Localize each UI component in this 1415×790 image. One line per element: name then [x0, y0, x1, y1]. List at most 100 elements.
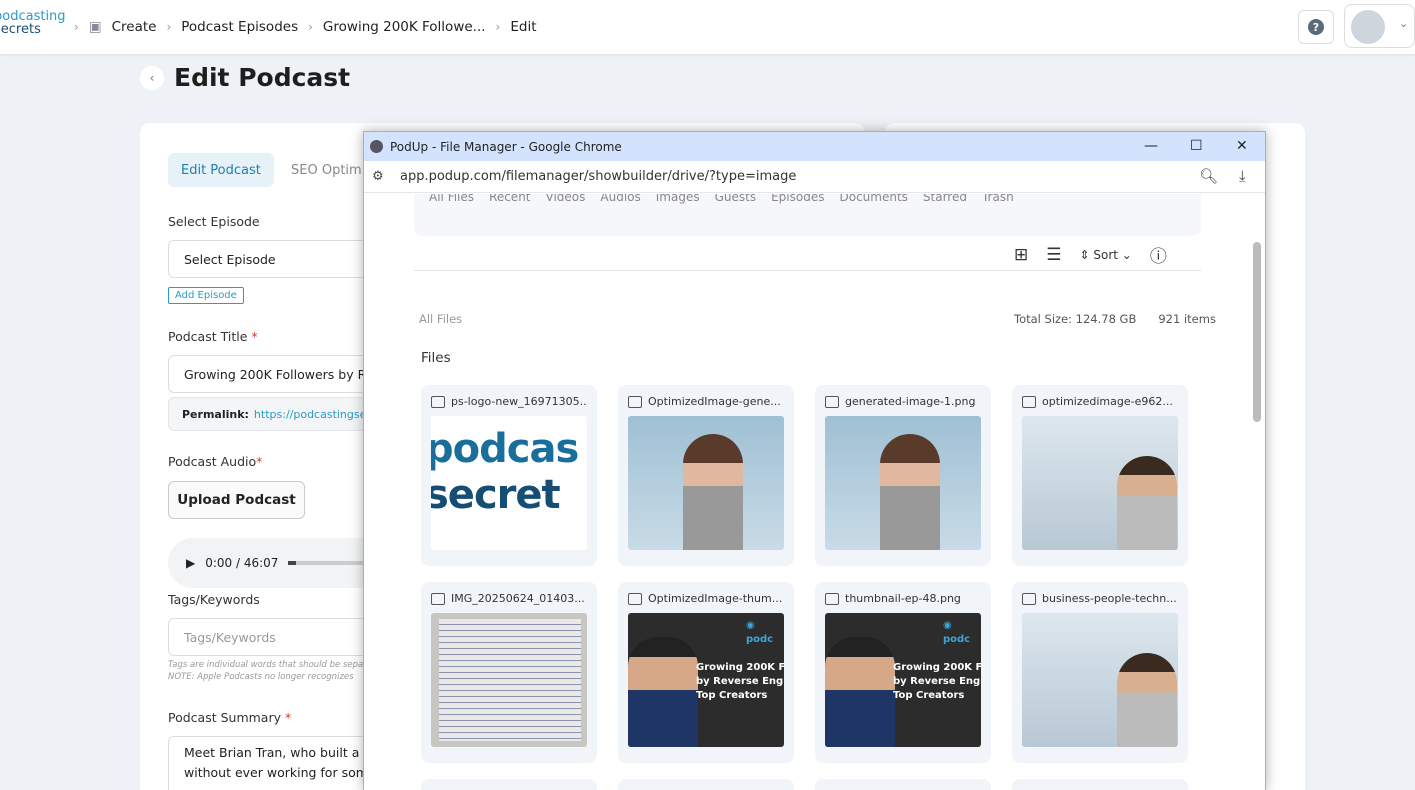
breadcrumb: › ▣ Create › Podcast Episodes › Growing …	[74, 19, 537, 35]
info-icon[interactable]: ⓘ	[1150, 242, 1167, 267]
file-card[interactable]	[618, 779, 794, 790]
storage-info: Total Size: 124.78 GB 921 items	[1014, 312, 1216, 326]
add-episode-button[interactable]: Add Episode	[168, 287, 244, 304]
select-episode-label: Select Episode	[168, 214, 260, 229]
image-icon	[431, 592, 445, 605]
window-titlebar: PodUp - File Manager - Google Chrome — ☐…	[364, 132, 1265, 161]
section-title: Files	[421, 350, 451, 366]
image-icon	[1022, 395, 1036, 408]
file-thumbnail[interactable]: ◉ podcGrowing 200K Follby Reverse Engine…	[628, 613, 784, 747]
sort-button[interactable]: ⇕ Sort ⌄	[1080, 248, 1132, 262]
file-card[interactable]: OptimizedImage-thum... ◉ podc Growing 200K…	[618, 582, 794, 763]
file-name: OptimizedImage-thum...	[628, 592, 784, 605]
nav-recent[interactable]: Recent	[489, 194, 530, 204]
file-thumbnail[interactable]	[825, 416, 981, 550]
file-name: business-people-techn...	[1022, 592, 1178, 605]
breadcrumb-create[interactable]: Create	[112, 19, 157, 35]
file-manager-content: All Files Recent Videos Audios Images Gu…	[364, 194, 1249, 790]
view-tools: ⊞ ☰ ⇕ Sort ⌄ ⓘ	[1014, 242, 1167, 268]
nav-audios[interactable]: Audios	[600, 194, 640, 204]
file-name: ps-logo-new_16971305...	[431, 395, 587, 408]
site-settings-icon[interactable]: ⚙	[372, 169, 384, 184]
nav-documents[interactable]: Documents	[839, 194, 907, 204]
summary-label: Podcast Summary *	[168, 710, 292, 725]
address-bar[interactable]: ⚙ app.podup.com/filemanager/showbuilder/…	[364, 161, 1265, 193]
upload-podcast-button[interactable]: Upload Podcast	[168, 481, 305, 519]
file-name: generated-image-1.png	[825, 395, 981, 408]
image-icon	[825, 395, 839, 408]
podcast-audio-label: Podcast Audio*	[168, 454, 263, 469]
nav-images[interactable]: Images	[656, 194, 700, 204]
nav-guests[interactable]: Guests	[715, 194, 757, 204]
scrollbar-thumb[interactable]	[1253, 242, 1261, 422]
nav-starred[interactable]: Starred	[923, 194, 967, 204]
top-header: podcastingsecrets › ▣ Create › Podcast E…	[0, 0, 1415, 54]
maximize-icon[interactable]: ☐	[1190, 138, 1203, 154]
file-card[interactable]: business-people-techn...	[1012, 582, 1188, 763]
image-icon	[1022, 592, 1036, 605]
breadcrumb-edit: Edit	[510, 19, 537, 35]
back-button[interactable]: ‹	[140, 66, 164, 90]
file-card[interactable]: optimizedimage-e962...	[1012, 385, 1188, 566]
chevron-right-icon: ›	[495, 20, 501, 34]
logo-icon: ◉ podc	[746, 620, 774, 645]
chevron-down-icon: ⌄	[1399, 17, 1409, 30]
file-card[interactable]	[815, 779, 991, 790]
nav-trash[interactable]: Trash	[982, 194, 1014, 204]
file-card[interactable]: IMG_20250624_01403...	[421, 582, 597, 763]
file-grid: ps-logo-new_16971305... podcas secret Optim…	[421, 385, 1188, 790]
breadcrumb-episodes[interactable]: Podcast Episodes	[181, 19, 298, 35]
page-title: Edit Podcast	[174, 63, 351, 92]
file-card[interactable]: OptimizedImage-gene...	[618, 385, 794, 566]
grid-view-icon[interactable]: ⊞	[1014, 245, 1028, 265]
help-button[interactable]: ?	[1298, 10, 1334, 44]
file-manager-window: PodUp - File Manager - Google Chrome — ☐…	[363, 131, 1266, 790]
logo[interactable]: podcastingsecrets	[0, 10, 66, 36]
person-photo	[628, 637, 698, 747]
file-card[interactable]: ps-logo-new_16971305... podcas secret	[421, 385, 597, 566]
play-icon[interactable]: ▶	[186, 556, 195, 570]
url[interactable]: app.podup.com/filemanager/showbuilder/dr…	[400, 169, 796, 184]
file-thumbnail[interactable]: ◉ podcGrowing 200K Follby Reverse Engine…	[825, 613, 981, 747]
file-thumbnail[interactable]	[431, 613, 587, 747]
file-name: thumbnail-ep-48.png	[825, 592, 981, 605]
current-folder: All Files	[419, 312, 463, 326]
breadcrumb-episode[interactable]: Growing 200K Followe...	[323, 19, 486, 35]
file-nav: All Files Recent Videos Audios Images Gu…	[414, 194, 1201, 236]
chevron-right-icon: ›	[74, 20, 79, 34]
file-card[interactable]: thumbnail-ep-48.png ◉ podcGrowing 200K Fo…	[815, 582, 991, 763]
file-name: IMG_20250624_01403...	[431, 592, 587, 605]
globe-icon	[370, 140, 383, 153]
file-name: OptimizedImage-gene...	[628, 395, 784, 408]
logo-icon: ◉ podc	[943, 620, 971, 645]
close-icon[interactable]: ✕	[1236, 138, 1248, 154]
image-icon	[825, 592, 839, 605]
file-thumbnail[interactable]: podcas secret	[431, 416, 587, 550]
window-title: PodUp - File Manager - Google Chrome	[390, 139, 622, 154]
image-icon	[628, 592, 642, 605]
nav-episodes[interactable]: Episodes	[771, 194, 824, 204]
help-icon: ?	[1308, 19, 1324, 35]
divider	[414, 270, 1201, 271]
minimize-icon[interactable]: —	[1144, 138, 1158, 154]
zoom-icon[interactable]: 🔍︎	[1199, 167, 1218, 185]
podcast-icon: ▣	[88, 19, 102, 35]
image-icon	[431, 395, 445, 408]
audio-progress[interactable]	[288, 561, 369, 565]
file-card[interactable]	[421, 779, 597, 790]
tags-hint: Tags are individual words that should be…	[168, 660, 364, 682]
tags-label: Tags/Keywords	[168, 592, 260, 607]
list-view-icon[interactable]: ☰	[1046, 245, 1061, 265]
audio-time: 0:00 / 46:07	[205, 556, 279, 570]
file-thumbnail[interactable]	[1022, 416, 1178, 550]
file-card[interactable]: generated-image-1.png	[815, 385, 991, 566]
file-card[interactable]	[1012, 779, 1188, 790]
tab-edit-podcast[interactable]: Edit Podcast	[168, 153, 274, 187]
file-thumbnail[interactable]	[628, 416, 784, 550]
download-icon[interactable]: ⤓	[1239, 167, 1246, 185]
user-menu[interactable]: ⌄	[1344, 4, 1415, 48]
podcast-title-label: Podcast Title *	[168, 329, 258, 344]
nav-videos[interactable]: Videos	[546, 194, 586, 204]
file-thumbnail[interactable]	[1022, 613, 1178, 747]
nav-all-files[interactable]: All Files	[429, 194, 474, 204]
